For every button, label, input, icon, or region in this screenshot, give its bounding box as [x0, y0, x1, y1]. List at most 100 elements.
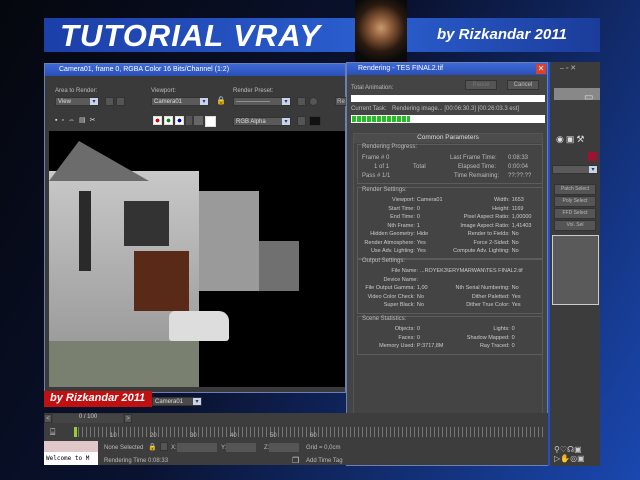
channel-toggles: [153, 116, 216, 127]
camera-dropdown[interactable]: Camera01: [152, 397, 202, 406]
device-name-label: Device Name:: [383, 276, 418, 283]
image-tools-icons[interactable]: ▪▫⇔▤✂: [55, 116, 99, 124]
stat-value: 1,00000: [511, 214, 532, 220]
timeline-tick-label: 20: [150, 433, 157, 439]
y-field[interactable]: [226, 443, 256, 452]
stat-value: 0: [511, 343, 515, 349]
elapsed-time: 0:00:04: [508, 164, 529, 170]
stat-label: Force 2-Sided:: [473, 239, 510, 246]
stat-row: File Output Gamma: 1,00 Nth Serial Numberi…: [360, 285, 540, 294]
stat-row: Faces: 0 Shadow Mapped: 0: [360, 335, 540, 344]
timeline-tick-label: 60: [310, 433, 317, 439]
current-task-label: Current Task:: [351, 106, 387, 112]
stat-value: No: [416, 293, 424, 300]
render-time-status: Rendering Time 0:08:33: [104, 458, 169, 464]
stat-value: 0: [416, 326, 420, 332]
stat-value: 1653: [511, 197, 524, 203]
modifier-list-dropdown[interactable]: [552, 165, 598, 174]
pass-number: Pass # 1/1: [362, 173, 391, 179]
stat-label: Memory Used:: [379, 343, 415, 349]
stat-row: End Time: 0 Pixel Aspect Ratio: 1,00000: [360, 214, 540, 223]
render-settings-group: Render Settings: Viewport: Camera01 Width: 1…: [357, 187, 543, 260]
modifier-button[interactable]: Vol. Sel: [554, 220, 596, 231]
prev-frame-button[interactable]: <: [44, 414, 52, 423]
stat-label: Video Color Check:: [367, 293, 415, 300]
mono-toggle[interactable]: [186, 116, 192, 125]
group-title: Scene Statistics:: [362, 316, 407, 322]
cancel-button[interactable]: Cancel: [507, 80, 539, 90]
stat-value: No: [511, 231, 519, 237]
modifier-button[interactable]: Patch Select: [554, 184, 596, 195]
alpha-toggle[interactable]: [194, 116, 203, 125]
current-task: Rendering image... [00:06:30.3] [00:26:0…: [392, 106, 520, 112]
stat-value: P:3717,8M: [416, 343, 444, 349]
file-name-label: File Name:: [391, 268, 418, 274]
stat-label: Hidden Geometry:: [370, 231, 415, 237]
save-preset-button[interactable]: [297, 97, 306, 106]
stat-value: Yes: [416, 248, 426, 254]
panel-tab-icons[interactable]: ◉▣⚒: [556, 134, 586, 145]
group-title: Rendering Progress:: [362, 144, 418, 150]
crop-button[interactable]: [116, 97, 125, 106]
x-field[interactable]: [177, 443, 217, 452]
grid-size: Grid = 0,0cm: [306, 445, 341, 451]
folder-icon[interactable]: ▭: [584, 92, 593, 103]
close-icon[interactable]: ✕: [536, 64, 546, 74]
output-settings-group: Output Settings: File Name: ...ROYEK3\ERY…: [357, 258, 543, 314]
curve-editor-icon[interactable]: ⌸: [50, 427, 55, 438]
stat-value: 0: [416, 205, 420, 212]
red-channel-toggle[interactable]: [153, 116, 162, 125]
absolute-mode-button[interactable]: [160, 442, 168, 451]
stat-value: 0: [416, 214, 420, 220]
stat-value: 0: [416, 334, 420, 341]
rendering-dialog-title: Rendering - TES FINAL2.tif: [347, 63, 547, 75]
remaining-time: ??:??:??: [508, 173, 532, 179]
track-bar[interactable]: [74, 427, 544, 437]
channel-dropdown[interactable]: RGB Alpha: [233, 117, 291, 126]
timeline-tick-label: 30: [190, 433, 197, 439]
total-label: Total: [413, 164, 426, 170]
modifier-button[interactable]: FFD Select: [554, 208, 596, 219]
viewport-dropdown[interactable]: Camera01: [151, 97, 209, 106]
stat-label: Objects:: [394, 326, 415, 332]
modifier-stack[interactable]: [552, 235, 599, 305]
time-tag-icon[interactable]: ❐: [292, 456, 299, 465]
add-time-tag[interactable]: Add Time Tag: [306, 458, 343, 464]
last-frame-label: Last Frame Time:: [450, 155, 497, 161]
author-photo: [355, 0, 407, 62]
stat-row: Use Adv. Lighting: Yes Compute Adv. Lighti…: [360, 248, 540, 257]
viewport-nav-icons[interactable]: ⚲♡☊▣ ▷✋◎▣: [554, 445, 585, 463]
z-field[interactable]: [269, 443, 299, 452]
common-parameters-header[interactable]: Common Parameters: [354, 134, 542, 143]
color-swatch[interactable]: [588, 152, 597, 161]
maxscript-input[interactable]: Welcome to M: [44, 452, 98, 465]
green-channel-toggle[interactable]: [164, 116, 173, 125]
blue-channel-toggle[interactable]: [175, 116, 184, 125]
next-frame-button[interactable]: >: [124, 414, 132, 423]
stat-row: Objects: 0 Lights: 0: [360, 326, 540, 335]
pause-button[interactable]: Pause: [465, 80, 497, 90]
timeline: < 0 / 100 > ⌸ 10 20 30 40 50 60 Welcome to M …: [44, 413, 548, 465]
time-slider[interactable]: 0 / 100: [53, 414, 123, 423]
stat-value: 0: [511, 326, 515, 332]
stat-label: End Time:: [390, 214, 415, 220]
lock-selection-icon[interactable]: 🔒: [148, 443, 157, 451]
clear-button[interactable]: [309, 116, 321, 126]
watermark: by Rizkandar 2011: [44, 391, 152, 407]
stat-label: Nth Frame:: [387, 222, 415, 229]
color-swatch[interactable]: [205, 116, 216, 127]
lock-icon[interactable]: 🔒: [216, 96, 226, 105]
preset-dropdown[interactable]: -----------------: [233, 97, 291, 106]
region-button[interactable]: [105, 97, 114, 106]
window-controls[interactable]: – ▫ ✕: [560, 64, 576, 72]
area-dropdown[interactable]: View: [55, 97, 99, 106]
maxscript-listener[interactable]: [44, 441, 98, 452]
stat-value: 1,41403: [511, 222, 532, 229]
stat-value: No: [511, 285, 519, 291]
modifier-button[interactable]: Poly Select: [554, 196, 596, 207]
stat-label: Compute Adv. Lighting:: [453, 248, 510, 254]
stat-label: Faces:: [398, 334, 415, 341]
settings-icon[interactable]: [309, 97, 318, 106]
display-toggle-button[interactable]: [297, 116, 306, 126]
stat-label: File Output Gamma:: [365, 285, 415, 291]
